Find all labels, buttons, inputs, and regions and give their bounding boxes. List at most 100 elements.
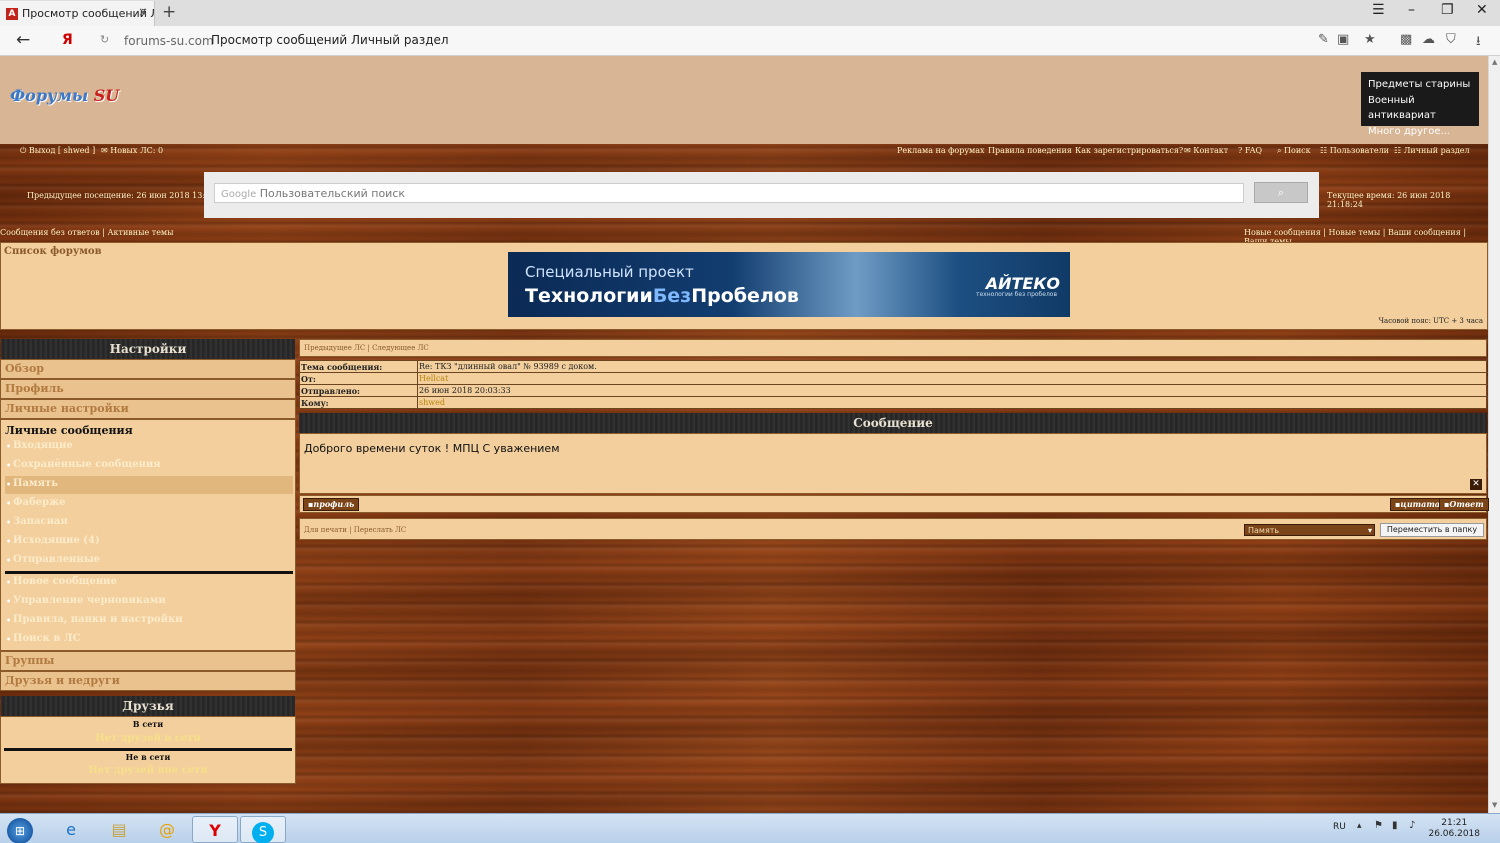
move-to-folder-button[interactable]: Переместить в папку [1380, 523, 1484, 537]
scroll-down-icon[interactable]: ▼ [1492, 801, 1497, 809]
mail-icon[interactable]: @ [144, 816, 190, 843]
search-button[interactable]: ⌕ [1254, 182, 1308, 203]
menu-groups[interactable]: Группы [0, 651, 296, 671]
previous-visit: Предыдущее посещение: 26 июн 2018 13:34:… [27, 191, 229, 200]
menu-profile[interactable]: Профиль [0, 379, 296, 399]
folder-inbox[interactable]: • Входящие [5, 438, 293, 456]
bullet-icon: • [6, 460, 12, 470]
menu-icon[interactable]: ☰ [1372, 2, 1385, 18]
folder-select[interactable]: Память ▾ [1244, 524, 1375, 536]
page-scrollbar[interactable]: ▲ ▼ [1488, 56, 1500, 813]
site-header: Форумы SU Предметы старины Военный антик… [0, 56, 1488, 144]
forum-list-link[interactable]: Список форумов [4, 246, 102, 257]
from-user-link[interactable]: Hellcat [419, 374, 448, 383]
menu-overview[interactable]: Обзор [0, 359, 296, 379]
folder-memory[interactable]: • Память [5, 476, 293, 494]
new-topics-link[interactable]: Новые темы [1329, 228, 1381, 237]
nav-faq-link[interactable]: ? FAQ [1238, 146, 1262, 155]
prev-pm-link[interactable]: Предыдущее ЛС [304, 344, 365, 352]
promo-banner[interactable]: Специальный проект ТехнологииБезПробелов… [508, 252, 1070, 317]
active-topics-link[interactable]: Активные темы [107, 228, 173, 237]
subject-label: Тема сообщения: [301, 362, 383, 372]
folder-sent[interactable]: • Отправленные [5, 552, 293, 570]
system-clock[interactable]: 21:21 26.06.2018 [1428, 818, 1480, 840]
cloud-icon[interactable]: ☁ [1422, 32, 1435, 47]
nav-users-link[interactable]: ☷ Пользователи [1320, 146, 1389, 155]
next-pm-link[interactable]: Следующее ЛС [372, 344, 429, 352]
url-host[interactable]: forums-su.com [124, 34, 214, 48]
report-icon[interactable]: ✕ [1470, 479, 1482, 490]
skype-icon[interactable]: S [240, 816, 286, 843]
to-user-link[interactable]: shwed [419, 398, 445, 407]
your-posts-link[interactable]: Ваши сообщения [1388, 228, 1461, 237]
bullet-icon: • [6, 596, 12, 606]
print-link[interactable]: Для печати [304, 526, 347, 534]
scroll-up-icon[interactable]: ▲ [1492, 58, 1497, 66]
action-search-pm[interactable]: • Поиск в ЛС [5, 631, 293, 649]
back-arrow-icon[interactable]: ← [16, 30, 30, 50]
header-ad[interactable]: Предметы старины Военный антиквариат Мно… [1361, 72, 1479, 137]
nav-personal-label: Личный раздел [1403, 146, 1470, 155]
profile-button[interactable]: ▪профиль [303, 498, 360, 511]
nav-contact-link[interactable]: ✉ Контакт [1184, 146, 1228, 155]
new-tab-button[interactable]: + [162, 2, 176, 22]
reload-icon[interactable]: ↻ [100, 33, 109, 46]
pm-header[interactable]: Личные сообщения [5, 424, 133, 437]
flag-icon[interactable]: ⚑ [1374, 820, 1383, 831]
folder-outbox[interactable]: • Исходящие (4) [5, 533, 293, 551]
yandex-browser-icon[interactable]: Y [192, 816, 238, 843]
edit-icon[interactable]: ✎ [1318, 32, 1329, 47]
site-logo[interactable]: Форумы SU [10, 86, 119, 105]
tray-expand-icon[interactable]: ▴ [1357, 821, 1362, 831]
folder-label: Память [13, 478, 58, 489]
nav-search-link[interactable]: ⌕ Поиск [1277, 146, 1311, 156]
yandex-icon[interactable]: Я [62, 32, 73, 48]
ie-icon[interactable]: e [48, 816, 94, 843]
forward-link[interactable]: Переслать ЛС [354, 526, 407, 534]
logout-link[interactable]: ⏻ Выход [ shwed ] [20, 146, 95, 156]
message-text: Доброго времени суток ! МПЦ С уважением [304, 442, 560, 455]
download-icon[interactable]: ⭳ [1476, 32, 1481, 54]
new-posts-link[interactable]: Новые сообщения [1244, 228, 1321, 237]
profile-button-label: профиль [313, 499, 355, 509]
action-rules[interactable]: • Правила, папки и настройки [5, 612, 293, 630]
nav-rules-link[interactable]: Правила поведения [988, 146, 1072, 155]
language-indicator[interactable]: RU [1333, 822, 1346, 832]
explorer-icon[interactable]: ▤ [96, 816, 142, 843]
folder-spare[interactable]: • Запасная [5, 514, 293, 532]
url-page-title[interactable]: Просмотр сообщений Личный раздел [211, 33, 449, 47]
new-pm-link[interactable]: ✉ Новых ЛС: 0 [101, 146, 163, 155]
divider [417, 373, 418, 385]
bullet-icon: • [6, 517, 12, 527]
bullet-icon: • [6, 634, 12, 644]
minimize-icon[interactable]: – [1408, 2, 1415, 18]
restore-icon[interactable]: ❐ [1441, 2, 1454, 18]
action-new-message[interactable]: • Новое сообщение [5, 574, 293, 592]
start-button[interactable]: ⊞ [0, 816, 40, 843]
network-icon[interactable]: ▮ [1392, 820, 1398, 831]
breadcrumb-area: Список форумов Специальный проект Технол… [0, 242, 1488, 330]
nav-ads-link[interactable]: Реклама на форумах [897, 146, 985, 155]
quote-button[interactable]: ▪цитата [1390, 498, 1445, 511]
nav-personal-link[interactable]: ☷ Личный раздел [1394, 146, 1470, 155]
close-window-icon[interactable]: ✕ [1476, 2, 1488, 18]
shield-icon[interactable]: ⛉ [1446, 32, 1456, 47]
extension-icon[interactable]: ▩ [1400, 32, 1412, 47]
subject-row: Тема сообщения: Re: ТКЗ "длинный овал" № … [300, 361, 1488, 373]
folder-saved[interactable]: • Сохранённые сообщения [5, 457, 293, 475]
offline-empty: Нет друзей вне сети [88, 765, 208, 776]
reply-button[interactable]: ▪Ответ [1439, 498, 1489, 511]
browser-tab[interactable]: A Просмотр сообщений Л × [0, 1, 155, 26]
divider [4, 748, 292, 751]
search-input[interactable]: Google Пользовательский поиск [214, 183, 1244, 203]
menu-personal-settings[interactable]: Личные настройки [0, 399, 296, 419]
menu-friends-foes[interactable]: Друзья и недруги [0, 671, 296, 691]
volume-icon[interactable]: ♪ [1409, 820, 1415, 831]
tab-close-icon[interactable]: × [138, 5, 148, 19]
folder-faberge[interactable]: • Фаберже [5, 495, 293, 513]
nav-register-link[interactable]: Как зарегистрироваться? [1075, 146, 1183, 155]
reader-icon[interactable]: ▣ [1337, 32, 1349, 47]
bookmark-star-icon[interactable]: ★ [1364, 32, 1376, 47]
unanswered-link[interactable]: Сообщения без ответов [0, 228, 100, 237]
action-drafts[interactable]: • Управление черновиками [5, 593, 293, 611]
